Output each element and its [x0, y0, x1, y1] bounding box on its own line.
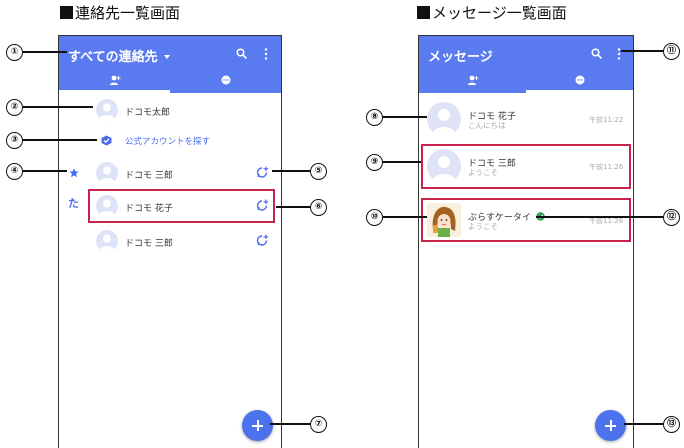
leader-line	[272, 170, 310, 172]
plus-message-icon[interactable]	[256, 166, 269, 179]
verified-check-icon	[101, 135, 112, 146]
messages-appbar: メッセージ	[419, 36, 633, 93]
leader-line	[23, 106, 93, 108]
contact-row[interactable]: ドコモ 三郎	[59, 228, 281, 254]
dropdown-caret-icon	[163, 55, 170, 59]
square-bullet-icon	[60, 6, 73, 19]
highlight-frame	[421, 144, 631, 189]
tab-indicator	[59, 90, 170, 93]
find-official-account-link: 公式アカウントを探す	[125, 137, 211, 147]
new-message-fab[interactable]	[595, 410, 626, 441]
callout-13: ⑬	[663, 416, 680, 433]
person-silhouette-icon	[99, 166, 115, 184]
search-icon[interactable]	[236, 48, 247, 59]
plus-message-icon[interactable]	[256, 234, 269, 247]
callout-1: ①	[6, 44, 23, 61]
leader-line	[383, 161, 421, 163]
contacts-screen: すべての連絡先 ドコモ太郎 公式アカウントを探す ドコモ 三郎 た ドコモ 花子	[58, 35, 282, 448]
contact-row[interactable]: ドコモ 三郎	[59, 160, 281, 186]
person-add-icon	[109, 75, 120, 85]
avatar	[96, 99, 118, 121]
leader-line	[383, 116, 427, 118]
leader-line	[536, 216, 663, 218]
favorite-star-icon	[69, 168, 79, 178]
highlight-frame	[421, 198, 631, 242]
avatar	[427, 102, 461, 136]
contacts-filter-dropdown[interactable]: すべての連絡先	[68, 46, 170, 65]
callout-12: ⑫	[663, 209, 680, 226]
callout-2: ②	[6, 99, 23, 116]
callout-6: ⑥	[310, 199, 327, 216]
person-silhouette-icon	[432, 109, 456, 136]
callout-7: ⑦	[310, 416, 327, 433]
contacts-appbar: すべての連絡先	[59, 36, 281, 93]
callout-5: ⑤	[310, 163, 327, 180]
leader-line	[276, 206, 310, 208]
chat-icon	[221, 75, 230, 85]
chat-icon	[575, 75, 584, 85]
messages-section-title-text: メッセージ一覧画面	[432, 4, 567, 22]
contact-row-own[interactable]: ドコモ太郎	[59, 96, 281, 126]
contact-name: ドコモ 三郎	[125, 239, 173, 249]
search-icon[interactable]	[591, 48, 602, 59]
contacts-section-title-text: 連絡先一覧画面	[75, 4, 181, 22]
tab-indicator	[526, 90, 633, 93]
callout-9: ⑨	[366, 154, 383, 171]
appbar-title: すべての連絡先	[68, 50, 158, 65]
leader-line	[621, 50, 663, 52]
callout-4: ④	[6, 163, 23, 180]
contact-name: ドコモ太郎	[125, 108, 171, 118]
leader-line	[23, 170, 67, 172]
avatar	[96, 162, 118, 184]
messages-section-title: メッセージ一覧画面	[417, 2, 567, 23]
contacts-section-title: 連絡先一覧画面	[60, 2, 180, 23]
find-official-account-row[interactable]: 公式アカウントを探す	[59, 132, 281, 150]
thread-time: 午前11:22	[589, 116, 624, 124]
thread-preview: こんにちは	[468, 121, 506, 130]
leader-line	[624, 423, 663, 425]
square-bullet-icon	[417, 6, 430, 19]
leader-line	[383, 216, 427, 218]
leader-line	[23, 51, 67, 53]
more-vert-icon[interactable]	[264, 48, 268, 60]
tab-contacts[interactable]	[419, 70, 526, 93]
highlight-frame	[88, 189, 275, 223]
avatar	[96, 230, 118, 252]
person-silhouette-icon	[99, 103, 115, 121]
message-thread-row[interactable]: ドコモ 花子 こんにちは 午前11:22	[419, 100, 633, 138]
contact-name: ドコモ 三郎	[125, 171, 173, 181]
tab-messages[interactable]	[170, 70, 281, 93]
messages-screen: メッセージ ドコモ 花子 こんにちは 午前11:22 ドコモ 三郎 ようこそ 午…	[418, 35, 634, 448]
add-contact-fab[interactable]	[242, 410, 273, 441]
person-add-icon	[467, 75, 478, 85]
callout-3: ③	[6, 132, 23, 149]
appbar-title: メッセージ	[428, 50, 493, 65]
leader-line	[23, 139, 97, 141]
callout-8: ⑧	[366, 109, 383, 126]
leader-line	[270, 423, 310, 425]
callout-11: ⑪	[663, 43, 680, 60]
callout-10: ⑩	[366, 209, 383, 226]
person-silhouette-icon	[99, 234, 115, 252]
